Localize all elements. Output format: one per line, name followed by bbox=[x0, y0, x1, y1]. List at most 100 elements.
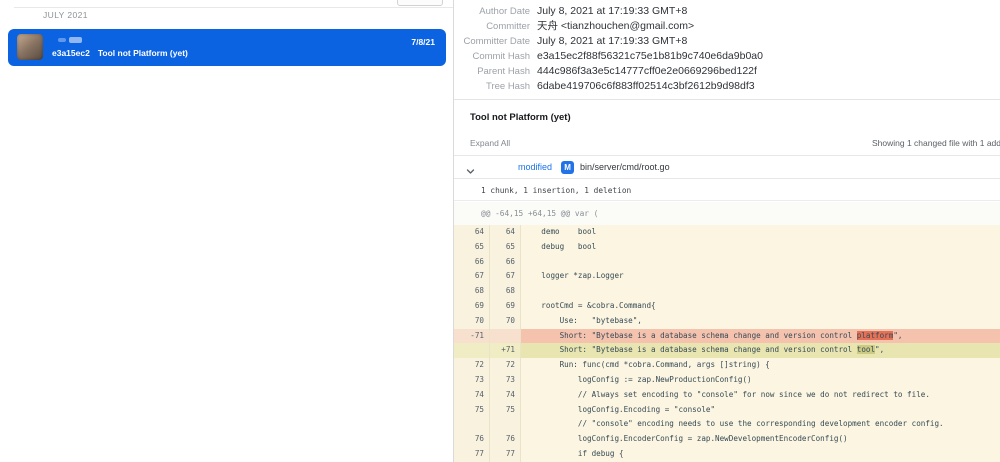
metadata-row: Committer天舟 <tianzhouchen@gmail.com> bbox=[454, 17, 1000, 32]
code-text: // Always set encoding to "console" for … bbox=[521, 388, 1000, 403]
old-line-number bbox=[454, 417, 490, 432]
old-line-number: 74 bbox=[454, 388, 490, 403]
old-line-number: 68 bbox=[454, 284, 490, 299]
metadata-row: Committer DateJuly 8, 2021 at 17:19:33 G… bbox=[454, 32, 1000, 47]
code-text: logger *zap.Logger bbox=[521, 269, 1000, 284]
code-text: // "console" encoding needs to use the c… bbox=[521, 417, 1000, 432]
diff-line-row: 7676 logConfig.EncoderConfig = zap.NewDe… bbox=[454, 432, 1000, 447]
code-text: Short: "Bytebase is a database schema ch… bbox=[521, 329, 1000, 344]
diff-line-row: 6969 rootCmd = &cobra.Command{ bbox=[454, 299, 1000, 314]
diff-line-row: -71 Short: "Bytebase is a database schem… bbox=[454, 329, 1000, 344]
old-line-number: 73 bbox=[454, 373, 490, 388]
sidebar-section-divider bbox=[14, 7, 453, 8]
diff-line-row: +71 Short: "Bytebase is a database schem… bbox=[454, 343, 1000, 358]
diff-line-row: 7272 Run: func(cmd *cobra.Command, args … bbox=[454, 358, 1000, 373]
code-text: logConfig.Encoding = "console" bbox=[521, 403, 1000, 418]
code-text: demo bool bbox=[521, 225, 1000, 240]
commit-summary-line: e3a15ec2 Tool not Platform (yet) bbox=[52, 48, 188, 58]
new-line-number: 74 bbox=[490, 388, 521, 403]
code-text bbox=[521, 284, 1000, 299]
code-text: logConfig := zap.NewProductionConfig() bbox=[521, 373, 1000, 388]
old-line-number: 70 bbox=[454, 314, 490, 329]
hunk-header-row: @@ -64,15 +64,15 @@ var ( bbox=[454, 202, 1000, 225]
commit-date: 7/8/21 bbox=[411, 37, 435, 47]
new-line-number: 73 bbox=[490, 373, 521, 388]
old-line-number bbox=[454, 343, 490, 358]
diff-line-row: 7777 if debug { bbox=[454, 447, 1000, 462]
word-highlight: platform bbox=[857, 331, 894, 340]
diff-code-area: 6464 demo bool6565 debug bool66666767 lo… bbox=[454, 225, 1000, 462]
old-line-number: 66 bbox=[454, 255, 490, 270]
changed-file-row[interactable]: modified M bin/server/cmd/root.go bbox=[454, 155, 1000, 179]
code-text: Run: func(cmd *cobra.Command, args []str… bbox=[521, 358, 1000, 373]
code-text: logConfig.EncoderConfig = zap.NewDevelop… bbox=[521, 432, 1000, 447]
redacted-author-name bbox=[58, 38, 66, 42]
code-text: if debug { bbox=[521, 447, 1000, 462]
diff-line-row: 6565 debug bool bbox=[454, 240, 1000, 255]
metadata-value: 444c986f3a3e5c14777cff0e2e0669296bed122f bbox=[537, 65, 757, 77]
avatar bbox=[17, 34, 43, 60]
new-line-number: 68 bbox=[490, 284, 521, 299]
old-line-number: -71 bbox=[454, 329, 490, 344]
commit-message: Tool not Platform (yet) bbox=[98, 48, 188, 58]
metadata-value: 天舟 <tianzhouchen@gmail.com> bbox=[537, 20, 694, 32]
old-line-number: 69 bbox=[454, 299, 490, 314]
old-line-number: 77 bbox=[454, 447, 490, 462]
commit-short-hash: e3a15ec2 bbox=[52, 48, 90, 58]
new-line-number: +71 bbox=[490, 343, 521, 358]
old-line-number: 75 bbox=[454, 403, 490, 418]
code-text: Short: "Bytebase is a database schema ch… bbox=[521, 343, 1000, 358]
metadata-value: July 8, 2021 at 17:19:33 GMT+8 bbox=[537, 5, 687, 17]
diff-line-row: 6464 demo bool bbox=[454, 225, 1000, 240]
diff-line-row: 7373 logConfig := zap.NewProductionConfi… bbox=[454, 373, 1000, 388]
diff-line-row: 6666 bbox=[454, 255, 1000, 270]
diff-line-row: 6868 bbox=[454, 284, 1000, 299]
diff-line-row: // "console" encoding needs to use the c… bbox=[454, 417, 1000, 432]
file-path: bin/server/cmd/root.go bbox=[580, 162, 670, 172]
old-line-number: 67 bbox=[454, 269, 490, 284]
metadata-row: Author DateJuly 8, 2021 at 17:19:33 GMT+… bbox=[454, 2, 1000, 17]
chevron-down-icon[interactable] bbox=[466, 163, 475, 172]
diff-stats: 1 chunk, 1 insertion, 1 deletion bbox=[481, 186, 631, 195]
metadata-row: Commit Hashe3a15ec2f88f56321c75e1b81b9c7… bbox=[454, 47, 1000, 62]
diff-line-row: 7070 Use: "bytebase", bbox=[454, 314, 1000, 329]
word-highlight: tool bbox=[857, 345, 875, 354]
git-client-window: JULY 2021 e3a15ec2 Tool not Platform (yet… bbox=[0, 0, 1000, 462]
new-line-number: 70 bbox=[490, 314, 521, 329]
code-text: debug bool bbox=[521, 240, 1000, 255]
new-line-number: 69 bbox=[490, 299, 521, 314]
new-line-number: 72 bbox=[490, 358, 521, 373]
changed-files-summary: Showing 1 changed file with 1 addition a… bbox=[872, 138, 1000, 148]
metadata-row: Tree Hash6dabe419706c6f883ff02514c3bf261… bbox=[454, 77, 1000, 92]
new-line-number: 64 bbox=[490, 225, 521, 240]
expand-all-button[interactable]: Expand All bbox=[470, 138, 510, 148]
old-line-number: 76 bbox=[454, 432, 490, 447]
file-status-label: modified bbox=[518, 162, 552, 172]
diff-stats-row: 1 chunk, 1 insertion, 1 deletion bbox=[454, 180, 1000, 201]
old-line-number: 65 bbox=[454, 240, 490, 255]
code-text: Use: "bytebase", bbox=[521, 314, 1000, 329]
metadata-row: Parent Hash444c986f3a3e5c14777cff0e2e066… bbox=[454, 62, 1000, 77]
new-line-number: 67 bbox=[490, 269, 521, 284]
sidebar-scroll-fragment bbox=[397, 0, 443, 6]
diff-line-row: 7474 // Always set encoding to "console"… bbox=[454, 388, 1000, 403]
sidebar-section-header: JULY 2021 bbox=[43, 10, 88, 20]
commit-list-item[interactable]: e3a15ec2 Tool not Platform (yet) 7/8/21 bbox=[8, 29, 446, 66]
metadata-label: Tree Hash bbox=[454, 79, 530, 94]
new-line-number: 77 bbox=[490, 447, 521, 462]
old-line-number: 64 bbox=[454, 225, 490, 240]
modified-badge-icon: M bbox=[561, 161, 574, 174]
diff-line-row: 6767 logger *zap.Logger bbox=[454, 269, 1000, 284]
hunk-header: @@ -64,15 +64,15 @@ var ( bbox=[481, 209, 598, 218]
old-line-number: 72 bbox=[454, 358, 490, 373]
metadata-value: e3a15ec2f88f56321c75e1b81b9c740e6da9b0a0 bbox=[537, 50, 763, 62]
commit-title: Tool not Platform (yet) bbox=[470, 112, 571, 123]
new-line-number bbox=[490, 417, 521, 432]
redacted-author-name bbox=[69, 37, 82, 43]
new-line-number bbox=[490, 329, 521, 344]
new-line-number: 65 bbox=[490, 240, 521, 255]
new-line-number: 66 bbox=[490, 255, 521, 270]
code-text: rootCmd = &cobra.Command{ bbox=[521, 299, 1000, 314]
new-line-number: 75 bbox=[490, 403, 521, 418]
new-line-number: 76 bbox=[490, 432, 521, 447]
